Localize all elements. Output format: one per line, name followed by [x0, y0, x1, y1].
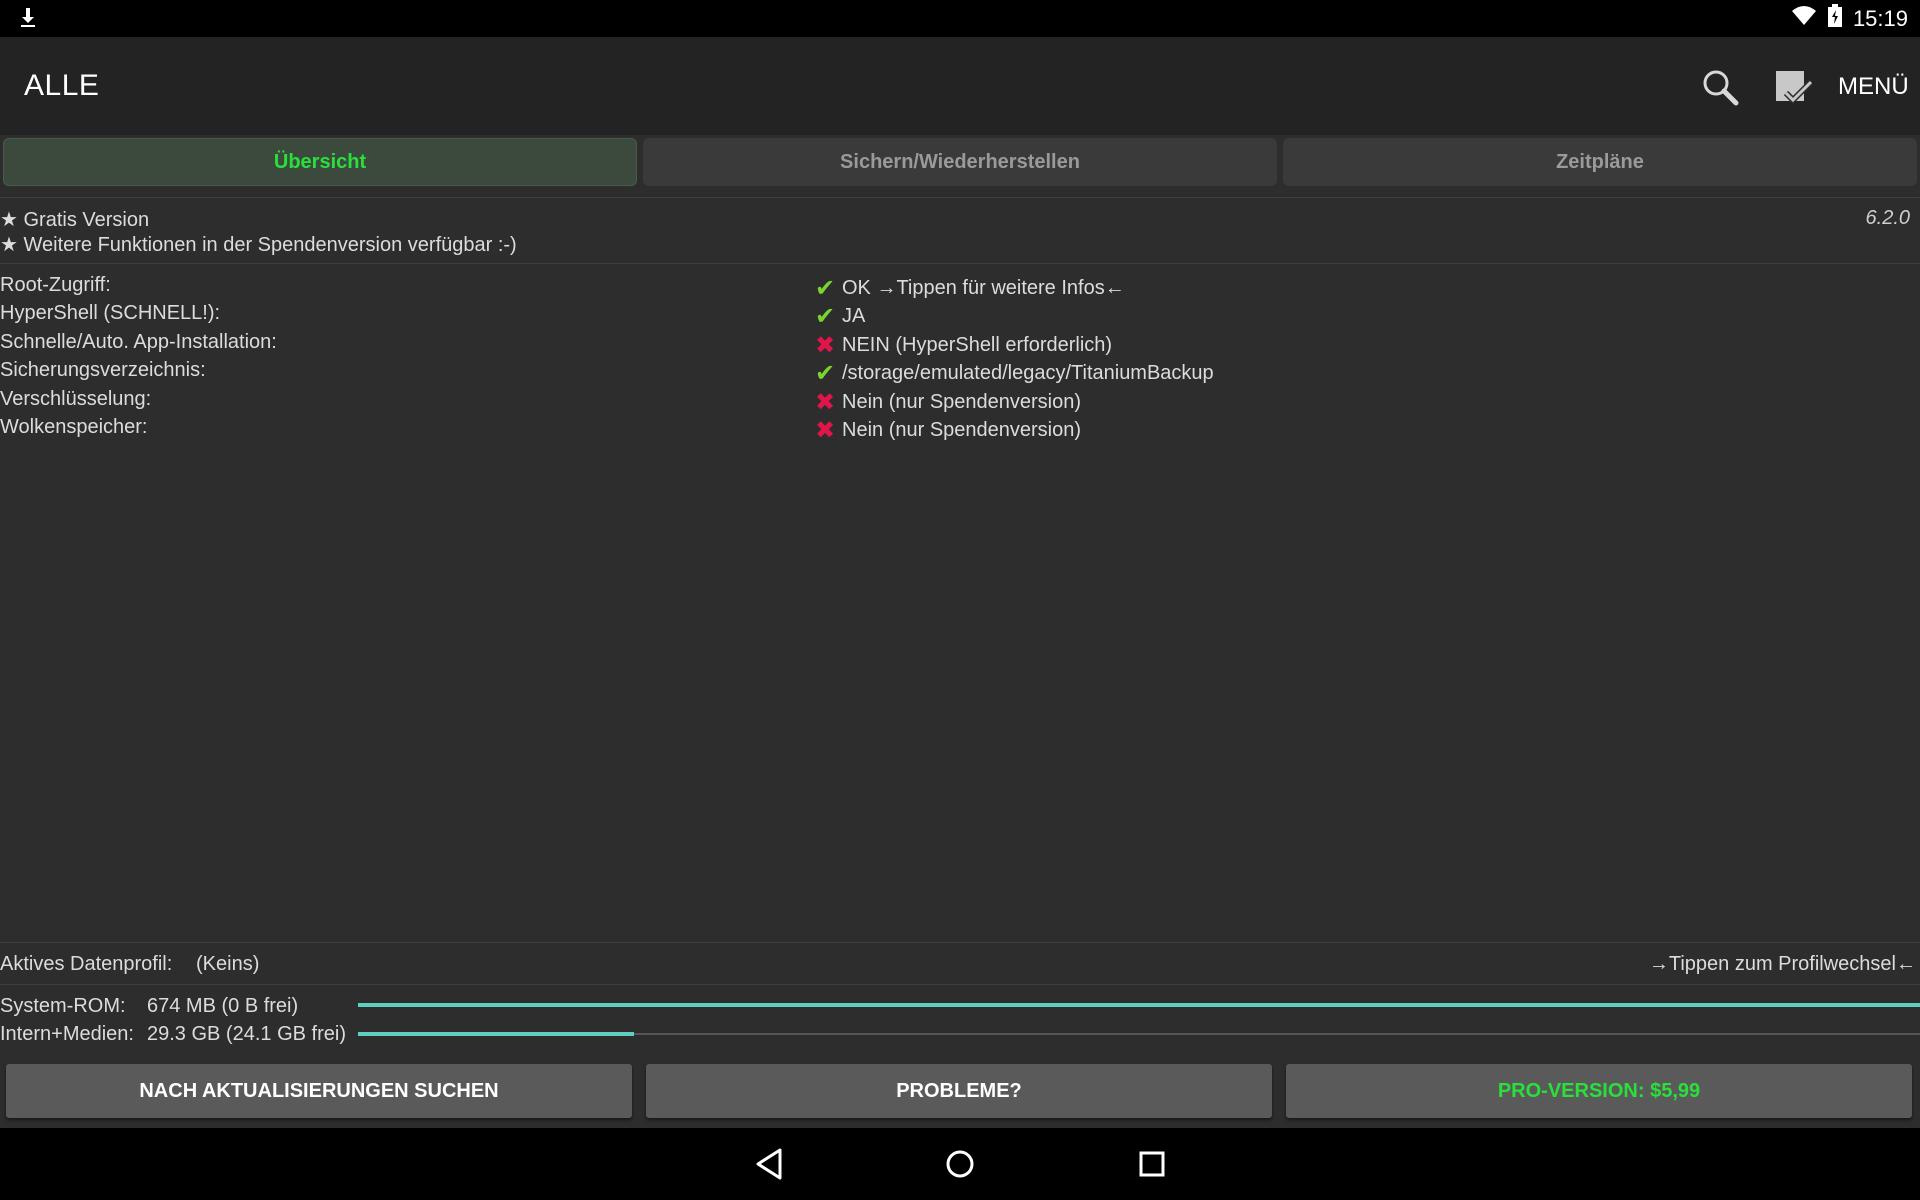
wifi-icon — [1791, 5, 1817, 32]
backup-dir-value: ✔/storage/emulated/legacy/TitaniumBackup — [812, 359, 1214, 388]
action-bar: ALLE MENÜ — [0, 37, 1920, 135]
search-icon[interactable] — [1700, 67, 1740, 107]
hypershell-value: ✔ JA — [812, 302, 865, 331]
system-rom-label: System-ROM: — [0, 995, 126, 1017]
divider — [0, 942, 1920, 943]
batch-check-icon[interactable] — [1772, 65, 1816, 109]
tab-bar: Übersicht Sichern/Wiederherstellen Zeitp… — [0, 135, 1920, 191]
divider — [0, 263, 1920, 264]
hypershell-label: HyperShell (SCHNELL!): — [0, 302, 221, 324]
divider — [0, 984, 1920, 985]
recents-icon[interactable] — [1134, 1146, 1170, 1182]
internal-media-value: 29.3 GB (24.1 GB frei) — [147, 1023, 346, 1045]
divider — [0, 197, 1920, 198]
encryption-label: Verschlüsselung: — [0, 388, 152, 410]
check-icon: ✔ — [814, 303, 836, 330]
cloud-storage-value: ✖ Nein (nur Spendenversion) — [812, 416, 1081, 445]
navigation-bar — [0, 1128, 1920, 1200]
system-rom-bar — [358, 1003, 1920, 1007]
back-icon[interactable] — [752, 1146, 788, 1182]
check-icon: ✔ — [814, 275, 836, 302]
internal-media-bar — [358, 1032, 1920, 1036]
root-access-value[interactable]: ✔ OK →Tippen für weitere Infos← — [812, 274, 1125, 303]
encryption-value: ✖ Nein (nur Spendenversion) — [812, 388, 1081, 417]
system-rom-bar-fill — [358, 1003, 1920, 1007]
cross-icon: ✖ — [814, 417, 836, 444]
tab-overview[interactable]: Übersicht — [3, 138, 637, 186]
cloud-storage-label: Wolkenspeicher: — [0, 416, 148, 438]
auto-install-value: ✖ NEIN (HyperShell erforderlich) — [812, 331, 1112, 360]
clock: 15:19 — [1852, 5, 1908, 31]
menu-button[interactable]: MENÜ — [1838, 73, 1909, 101]
system-rom-value: 674 MB (0 B frei) — [147, 995, 299, 1017]
profile-label: Aktives Datenprofil: — [0, 953, 173, 975]
cross-icon: ✖ — [814, 389, 836, 416]
tab-schedules[interactable]: Zeitpläne — [1283, 138, 1917, 186]
profile-switch-hint: →Tippen zum Profilwechsel← — [1648, 953, 1916, 975]
tab-backup-restore[interactable]: Sichern/Wiederherstellen — [643, 138, 1277, 186]
internal-media-bar-fill — [358, 1032, 635, 1036]
check-icon: ✔ — [814, 360, 836, 387]
download-icon — [18, 6, 38, 35]
auto-install-label: Schnelle/Auto. App-Installation: — [0, 331, 277, 353]
page-title: ALLE — [24, 69, 100, 102]
cross-icon: ✖ — [814, 332, 836, 359]
check-updates-button[interactable]: NACH AKTUALISIERUNGEN SUCHEN — [6, 1064, 632, 1118]
internal-media-label: Intern+Medien: — [0, 1023, 134, 1045]
battery-icon — [1827, 4, 1843, 33]
profile-value: (Keins) — [196, 953, 260, 975]
version-label: 6.2.0 — [1865, 207, 1910, 229]
root-access-label: Root-Zugriff: — [0, 274, 111, 296]
free-version-label: ★ Gratis Version — [0, 209, 150, 231]
backup-dir-label: Sicherungsverzeichnis: — [0, 359, 206, 381]
pro-version-button[interactable]: PRO-VERSION: $5,99 — [1286, 1064, 1912, 1118]
donate-features-label: ★ Weitere Funktionen in der Spendenversi… — [0, 234, 517, 256]
problems-button[interactable]: PROBLEME? — [646, 1064, 1272, 1118]
home-icon[interactable] — [942, 1146, 978, 1182]
status-bar: 15:19 — [0, 0, 1920, 37]
